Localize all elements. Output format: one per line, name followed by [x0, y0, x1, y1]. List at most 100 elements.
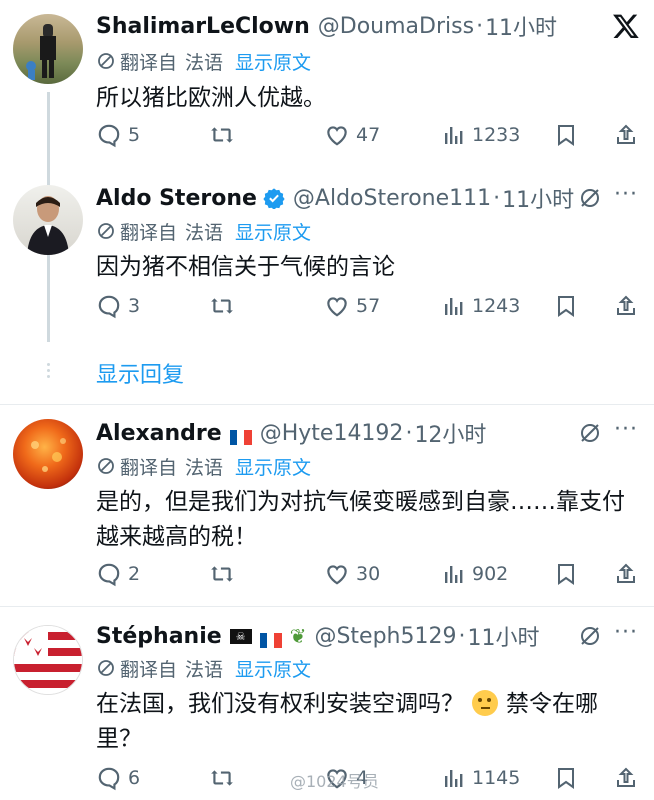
bookmark-icon	[558, 768, 574, 789]
views-button[interactable]: 902	[442, 558, 508, 590]
retweet-button[interactable]	[208, 558, 236, 590]
display-name[interactable]: Aldo Sterone	[96, 186, 257, 211]
tweet-actions: 5 47 1233	[96, 119, 648, 151]
view-count: 902	[472, 563, 509, 585]
share-button[interactable]	[614, 558, 638, 590]
reply-icon	[98, 767, 120, 791]
translation-row: 翻译自 法语 显示原文	[96, 654, 311, 682]
more-options-icon[interactable]: ···	[614, 182, 638, 207]
avatar[interactable]	[13, 14, 83, 84]
translation-row: 翻译自 法语 显示原文	[96, 452, 311, 480]
user-handle[interactable]: @Steph5129	[314, 624, 456, 649]
language-label: 法语	[185, 51, 224, 74]
grok-icon[interactable]	[578, 186, 602, 214]
timestamp[interactable]: 12小时	[414, 417, 486, 449]
views-button[interactable]: 1145	[442, 762, 520, 794]
retweet-button[interactable]	[208, 762, 236, 794]
avatar[interactable]	[13, 419, 83, 489]
share-icon	[617, 295, 635, 315]
user-handle[interactable]: @AldoSterone111	[293, 186, 491, 211]
view-count: 1233	[472, 124, 521, 146]
reply-button[interactable]: 5	[96, 119, 140, 151]
translated-from-label: 翻译自	[120, 221, 178, 244]
avatar[interactable]	[13, 185, 83, 255]
reply-button[interactable]: 3	[96, 290, 140, 322]
show-replies-link[interactable]: 显示回复	[96, 357, 184, 389]
views-icon	[445, 770, 463, 787]
views-button[interactable]: 1233	[442, 119, 520, 151]
more-options-icon[interactable]: ···	[614, 417, 638, 442]
thinking-face-emoji-icon	[472, 690, 498, 716]
timestamp[interactable]: 11小时	[485, 10, 557, 42]
tweet-text: 在法国，我们没有权利安装空调吗？ 禁令在哪里？	[96, 687, 636, 757]
like-button[interactable]: 57	[324, 290, 380, 322]
like-button[interactable]: 47	[324, 119, 380, 151]
heart-icon	[327, 126, 347, 146]
display-name[interactable]: Alexandre	[96, 421, 222, 446]
divider	[0, 606, 654, 607]
tweet-text-part: 在法国，我们没有权利安装空调吗？	[96, 691, 464, 717]
separator-dot: ·	[405, 420, 413, 446]
show-original-link[interactable]: 显示原文	[235, 218, 311, 245]
watermark: @1024号员	[290, 772, 379, 791]
views-icon	[445, 127, 463, 144]
tweet-actions: 2 30 902	[96, 558, 648, 590]
reply-count: 5	[128, 124, 141, 146]
share-icon	[617, 124, 635, 144]
retweet-icon	[211, 566, 233, 582]
bookmark-button[interactable]	[554, 558, 578, 590]
user-handle[interactable]: @Hyte14192	[260, 421, 404, 446]
timestamp[interactable]: 11小时	[467, 620, 539, 652]
tweet-actions: 3 57 1243	[96, 290, 648, 322]
view-count: 1243	[472, 295, 521, 317]
heart-icon	[327, 297, 347, 317]
reply-icon	[98, 563, 120, 587]
more-options-icon[interactable]: ···	[614, 620, 638, 645]
bookmark-icon	[558, 125, 574, 146]
tweet-header: Stéphanie ☠ ❦ @Steph5129 · 11小时	[96, 618, 539, 654]
tweet-text: 是的，但是我们为对抗气候变暖感到自豪……靠支付越来越高的税！	[96, 489, 625, 550]
translation-row: 翻译自 法语 显示原文	[96, 47, 311, 75]
display-name[interactable]: ShalimarLeClown	[96, 14, 310, 39]
verified-badge-icon	[263, 188, 285, 209]
share-button[interactable]	[614, 762, 638, 794]
user-handle[interactable]: @DoumaDriss	[318, 14, 474, 39]
avatar[interactable]	[13, 625, 83, 695]
tweet-header: Aldo Sterone @AldoSterone111 · 11小时	[96, 180, 574, 216]
show-original-link[interactable]: 显示原文	[235, 655, 311, 682]
tweet-text: 所以猪比欧洲人优越。	[96, 85, 326, 111]
separator-dot: ·	[476, 13, 484, 39]
timestamp[interactable]: 11小时	[502, 182, 574, 214]
thread-dots	[45, 362, 51, 382]
like-button[interactable]: 30	[324, 558, 380, 590]
retweet-button[interactable]	[208, 119, 236, 151]
bookmark-button[interactable]	[554, 119, 578, 151]
views-button[interactable]: 1243	[442, 290, 520, 322]
bookmark-button[interactable]	[554, 762, 578, 794]
tweet-text: 因为猪不相信关于气候的言论	[96, 254, 395, 280]
pirate-flag-icon: ☠	[229, 628, 252, 644]
display-name[interactable]: Stéphanie	[96, 624, 222, 649]
reply-button[interactable]: 2	[96, 558, 140, 590]
language-label: 法语	[185, 221, 224, 244]
tweet-header: ShalimarLeClown @DoumaDriss · 11小时	[96, 8, 557, 44]
reply-count: 2	[128, 563, 141, 585]
bookmark-icon	[558, 564, 574, 585]
views-icon	[445, 298, 463, 315]
grok-icon[interactable]	[578, 421, 602, 449]
x-logo-icon[interactable]	[612, 12, 640, 40]
view-count: 1145	[472, 767, 521, 789]
retweet-icon	[211, 770, 233, 786]
like-count: 30	[356, 563, 381, 585]
bookmark-button[interactable]	[554, 290, 578, 322]
translated-from-label: 翻译自	[120, 658, 178, 681]
retweet-button[interactable]	[208, 290, 236, 322]
translate-icon	[98, 53, 114, 69]
show-original-link[interactable]: 显示原文	[235, 453, 311, 480]
reply-button[interactable]: 6	[96, 762, 140, 794]
share-button[interactable]	[614, 290, 638, 322]
grok-icon[interactable]	[578, 624, 602, 652]
translate-icon	[98, 660, 114, 676]
share-button[interactable]	[614, 119, 638, 151]
show-original-link[interactable]: 显示原文	[235, 48, 311, 75]
